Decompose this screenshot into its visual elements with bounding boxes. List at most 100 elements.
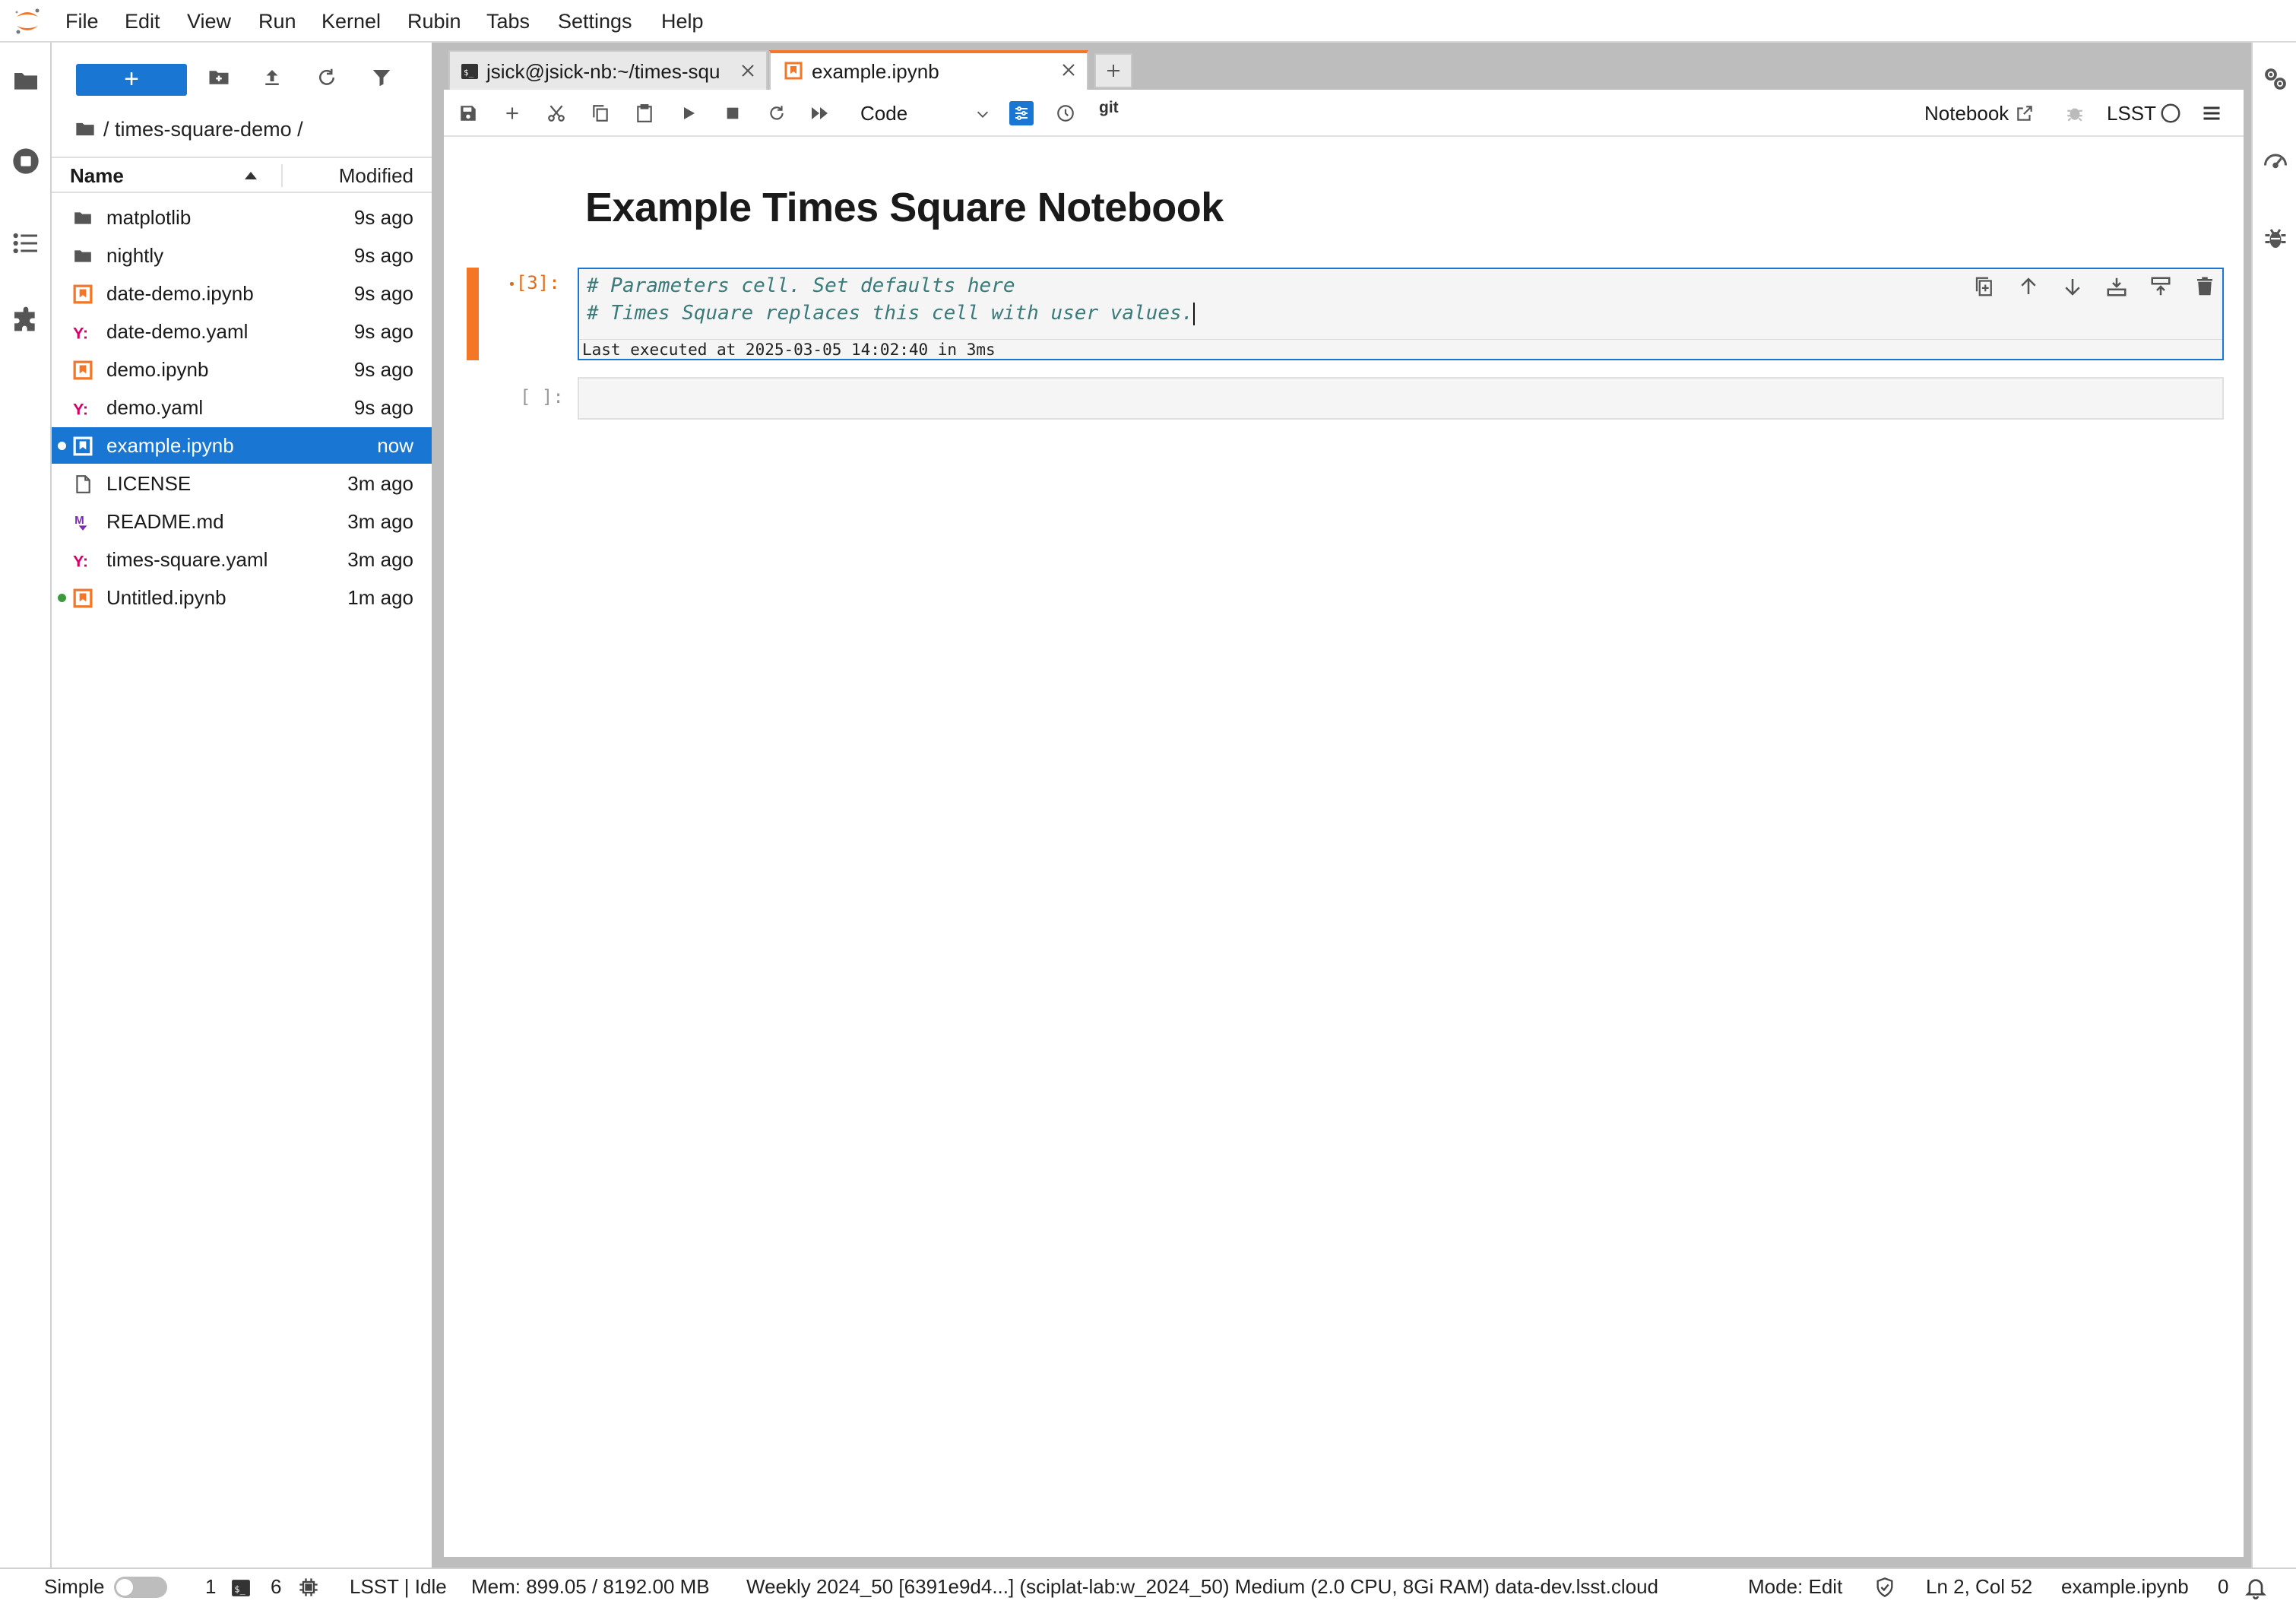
file-row-date-demo-ipynb[interactable]: date-demo.ipynb 9s ago [52,275,432,312]
file-row-nightly[interactable]: nightly 9s ago [52,237,432,274]
code-editor[interactable]: # Parameters cell. Set defaults here # T… [587,272,1196,327]
insert-cell-icon[interactable] [500,101,524,125]
file-modified: 1m ago [347,586,413,609]
new-launcher-button[interactable]: + [76,64,187,96]
new-folder-icon[interactable] [204,62,234,93]
file-row-matplotlib[interactable]: matplotlib 9s ago [52,199,432,236]
menu-hamburger-icon[interactable] [2199,101,2224,125]
file-list-header: Name Modified [52,157,432,193]
notebook-panel: Code git Notebook LSST Example Times Squ… [444,90,2244,1557]
clock-history-icon[interactable] [1053,101,1078,125]
file-row-demo-ipynb[interactable]: demo.ipynb 9s ago [52,351,432,388]
notebook-icon [73,360,93,380]
menu-kernel[interactable]: Kernel [321,0,381,43]
file-modified: 9s ago [353,282,413,305]
close-icon[interactable] [739,62,757,80]
table-of-contents-icon[interactable] [11,228,41,258]
tab-example-notebook[interactable]: example.ipynb [769,50,1088,90]
menu-view[interactable]: View [187,0,231,43]
tab-terminal[interactable]: $_ jsick@jsick-nb:~/times-squ [448,50,768,90]
menu-file[interactable]: File [65,0,99,43]
git-button[interactable]: git [1099,99,1119,117]
notebook-link-label: Notebook [1924,102,2009,125]
edit-mode[interactable]: Mode: Edit [1748,1569,1842,1604]
file-modified: 9s ago [353,396,413,419]
open-in-notebook-link[interactable]: Notebook [1924,90,2035,137]
notebook-icon [73,436,93,456]
code-cell-parameters[interactable]: # Parameters cell. Set defaults here # T… [578,268,2224,360]
file-row-date-demo-yaml[interactable]: Y: date-demo.yaml 9s ago [52,313,432,350]
folder-icon[interactable] [74,119,96,140]
upload-icon[interactable] [257,62,287,93]
file-browser-panel: + / times-square-demo / Name Modified ma… [52,43,432,1568]
run-cell-icon[interactable] [676,101,701,125]
column-separator [281,164,283,187]
refresh-icon[interactable] [312,62,342,93]
file-row-untitled-ipynb[interactable]: Untitled.ipynb 1m ago [52,579,432,616]
file-modified: 9s ago [353,244,413,267]
file-row-demo-yaml[interactable]: Y: demo.yaml 9s ago [52,389,432,426]
insert-below-icon[interactable] [2149,275,2172,298]
notebook-icon [784,62,803,80]
file-row-readme-md[interactable]: M README.md 3m ago [52,503,432,540]
menu-help[interactable]: Help [661,0,704,43]
cell-prompt-executed: •[3]: [508,272,560,293]
right-activity-bar [2251,43,2296,1568]
restart-kernel-icon[interactable] [765,101,789,125]
bell-icon[interactable] [2244,1575,2268,1599]
file-row-license[interactable]: LICENSE 3m ago [52,465,432,502]
notification-count[interactable]: 0 [2218,1569,2228,1604]
left-activity-bar [0,43,52,1568]
kernel-name[interactable]: LSST [2107,90,2156,137]
property-inspector-gears-icon[interactable] [2262,65,2289,93]
paste-icon[interactable] [632,101,657,125]
code-cell-empty[interactable] [578,377,2224,420]
svg-text:M: M [74,514,84,527]
debugger-icon[interactable] [2063,101,2087,125]
notebook-title[interactable]: Example Times Square Notebook [585,184,1224,231]
kernel-chip-icon [298,1577,319,1598]
file-row-times-square-yaml[interactable]: Y: times-square.yaml 3m ago [52,541,432,578]
terminals-count[interactable]: 1 [205,1569,216,1604]
folder-icon[interactable] [11,65,41,96]
menu-settings[interactable]: Settings [558,0,632,43]
filter-icon[interactable] [366,62,397,93]
move-down-icon[interactable] [2061,275,2084,298]
sort-ascending-icon[interactable] [245,170,257,179]
stop-kernel-icon[interactable] [720,101,745,125]
breadcrumb-path[interactable]: / times-square-demo / [103,114,303,144]
duplicate-cell-icon[interactable] [1973,275,1996,298]
simple-mode-toggle[interactable] [114,1577,167,1598]
kernel-status[interactable]: LSST | Idle [350,1569,447,1604]
restart-run-all-icon[interactable] [809,101,833,125]
breadcrumb[interactable]: / times-square-demo / [74,114,303,144]
code-line: # Times Square replaces this cell with u… [587,302,1194,325]
notebook-icon [73,588,93,608]
save-icon[interactable] [456,101,480,125]
cursor-position[interactable]: Ln 2, Col 52 [1926,1569,2032,1604]
menu-edit[interactable]: Edit [125,0,160,43]
close-icon[interactable] [1059,61,1078,79]
column-name-header[interactable]: Name [70,158,124,193]
menu-rubin[interactable]: Rubin [407,0,461,43]
running-stop-icon[interactable] [11,146,41,176]
move-up-icon[interactable] [2017,275,2040,298]
file-name: date-demo.ipynb [106,282,254,305]
copy-icon[interactable] [588,101,613,125]
panel-splitter[interactable] [432,43,444,1568]
resource-usage-gauge-icon[interactable] [2262,146,2289,173]
cell-type-select[interactable]: Code [860,99,991,128]
cut-icon[interactable] [544,101,568,125]
kernels-count[interactable]: 6 [271,1569,281,1604]
running-indicator [58,442,66,450]
menu-tabs[interactable]: Tabs [486,0,530,43]
extensions-puzzle-icon[interactable] [11,306,41,336]
new-tab-button[interactable] [1094,53,1132,88]
file-row-example-ipynb[interactable]: example.ipynb now [52,427,432,464]
property-inspector-icon[interactable] [1009,101,1034,125]
debugger-bug-icon[interactable] [2262,225,2289,252]
menu-run[interactable]: Run [258,0,296,43]
insert-above-icon[interactable] [2105,275,2128,298]
delete-cell-icon[interactable] [2193,275,2216,298]
column-modified-header[interactable]: Modified [339,158,413,193]
